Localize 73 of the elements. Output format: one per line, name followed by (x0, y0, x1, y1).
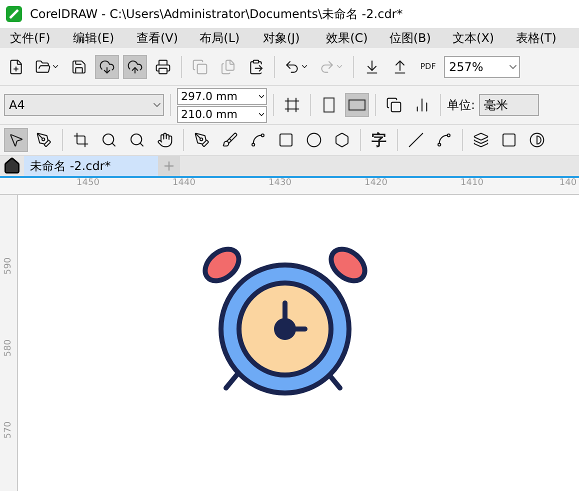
hand-icon (157, 132, 173, 148)
pointer-icon (8, 132, 24, 148)
cloud-upload-button[interactable] (123, 54, 147, 78)
app-logo-icon (6, 6, 22, 22)
plus-icon (162, 159, 176, 173)
caret-icon (335, 62, 344, 71)
zoom-icon (101, 132, 117, 148)
import-icon (364, 58, 380, 74)
landscape-button[interactable] (345, 93, 369, 117)
portrait-page-icon (323, 97, 335, 113)
zoom-field[interactable]: 257% (444, 56, 520, 78)
caret-icon (51, 62, 60, 71)
document-tab[interactable]: 未命名 -2.cdr* (24, 156, 158, 176)
menu-item[interactable]: 对象(J) (262, 30, 326, 46)
ruler-label: 570 (4, 421, 14, 439)
rectangle-icon (278, 132, 294, 148)
ruler-label: 1420 (364, 178, 388, 190)
pdf-button[interactable]: PDF (416, 54, 440, 78)
home-icon[interactable] (3, 157, 21, 175)
hexagon-icon (334, 132, 350, 148)
pointer-tool[interactable] (4, 128, 28, 152)
shadow-icon (501, 132, 517, 148)
node-icon (36, 132, 52, 148)
contrast-icon (529, 132, 545, 148)
units-dropdown[interactable]: 毫米 (479, 94, 540, 116)
menu-item[interactable]: 编辑(E) (73, 30, 136, 46)
page-size-dropdown[interactable]: A4 (4, 94, 164, 116)
menu-item[interactable]: 表格(T) (516, 30, 579, 46)
menu-item[interactable]: 文本(X) (452, 30, 516, 46)
ruler-label: 1450 (76, 178, 100, 190)
menu-item[interactable]: 效果(C) (326, 30, 390, 46)
pen-icon (194, 132, 210, 148)
height-field[interactable]: 210.0 mm (177, 106, 267, 122)
bars-icon (414, 97, 430, 113)
connector-icon (436, 132, 452, 148)
units-label: 单位: (447, 96, 476, 114)
menu-item[interactable]: 布局(L) (200, 30, 263, 46)
pages-icon (386, 97, 402, 113)
ellipse-icon (306, 132, 322, 148)
width-field[interactable]: 297.0 mm (177, 88, 267, 104)
printer-icon (155, 58, 171, 74)
window-title: CorelDRAW - C:\Users\Administrator\Documents\未命名 -2.cdr* (30, 6, 403, 22)
crop-icon (73, 132, 89, 148)
line-icon (408, 132, 424, 148)
text-tool[interactable]: 字 (367, 128, 391, 152)
ruler-label: 1410 (460, 178, 484, 190)
new-file-icon (8, 58, 24, 74)
frame-icon (284, 97, 300, 113)
ruler-label: 590 (4, 257, 14, 275)
cloud-upload-icon (127, 58, 143, 74)
copy-icon (192, 58, 208, 74)
ruler-label: 1440 (172, 178, 196, 190)
brush-icon (222, 132, 238, 148)
files-icon (220, 58, 236, 74)
zoom-icon (129, 132, 145, 148)
cloud-download-button[interactable] (95, 54, 119, 78)
save-icon (71, 58, 87, 74)
ruler-label: 140 (558, 178, 578, 190)
ruler-label: 580 (4, 339, 14, 357)
cloud-download-icon (99, 58, 115, 74)
redo-icon (319, 58, 335, 74)
landscape-page-icon (348, 99, 366, 111)
export-icon (392, 58, 408, 74)
curve-icon (250, 132, 266, 148)
menu-item[interactable]: 文件(F) (10, 30, 74, 46)
menu-item[interactable]: 查看(V) (136, 30, 200, 46)
caret-icon (300, 62, 309, 71)
paste-icon (248, 58, 264, 74)
folder-icon (35, 58, 51, 74)
blend-icon (473, 132, 489, 148)
ruler-label: 1430 (268, 178, 292, 190)
undo-icon (284, 58, 300, 74)
menu-item[interactable]: 位图(B) (389, 30, 453, 46)
